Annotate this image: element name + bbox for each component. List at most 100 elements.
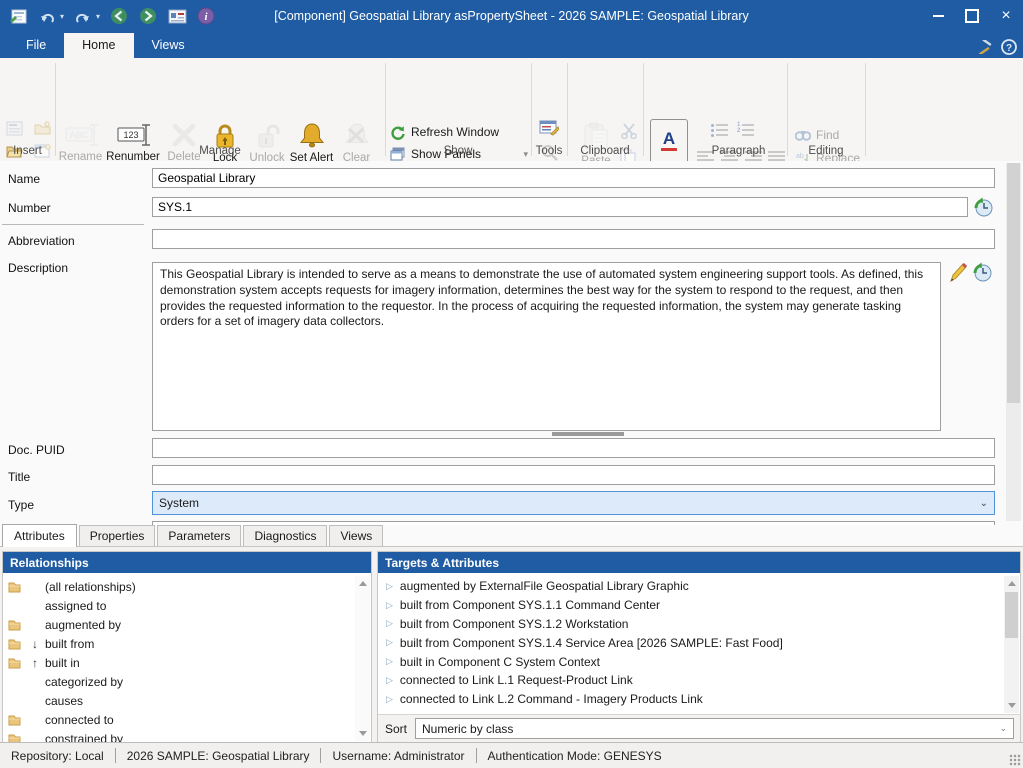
new-folder-icon[interactable] (34, 121, 54, 136)
arrow-up-icon: ↑ (25, 656, 45, 670)
abbreviation-input[interactable] (152, 229, 995, 249)
paragraph-group-label: Paragraph (690, 145, 787, 157)
title-label: Title (8, 470, 30, 484)
list-item[interactable]: ▷built from Component SYS.1.4 Service Ar… (378, 633, 1004, 652)
options-wrench-icon[interactable] (977, 40, 993, 54)
bullet-list-icon[interactable] (711, 124, 728, 137)
status-project: 2026 SAMPLE: Geospatial Library (116, 749, 321, 763)
resize-grip[interactable] (1009, 754, 1021, 766)
list-item[interactable]: connected to (3, 710, 355, 729)
status-repository: Repository: Local (0, 749, 115, 763)
refresh-window-button[interactable]: Refresh Window (390, 121, 528, 143)
titlebar: ▾ ▾ i [Component] Geospatial Library asP… (0, 0, 1023, 32)
list-item[interactable]: constrained by (3, 729, 355, 742)
sort-select-value: Numeric by class (422, 722, 513, 736)
find-button[interactable]: Find (795, 123, 860, 146)
tab-views[interactable]: Views (329, 525, 383, 546)
insert-group-label: Insert (0, 145, 55, 157)
list-item[interactable]: causes (3, 691, 355, 710)
scroll-up-icon[interactable] (1008, 581, 1016, 586)
list-item[interactable]: (all relationships) (3, 577, 355, 596)
cut-icon[interactable] (620, 122, 638, 139)
expander-icon[interactable]: ▷ (386, 600, 393, 611)
svg-text:?: ? (1006, 43, 1012, 54)
close-button[interactable]: × (989, 0, 1023, 32)
list-item[interactable]: ↓built from (3, 634, 355, 653)
property-form: Name Number Abbreviation Description Thi… (0, 161, 1023, 525)
list-item[interactable]: ▷built from Component SYS.1.2 Workstatio… (378, 615, 1004, 634)
sort-select[interactable]: Numeric by class ⌄ (415, 718, 1014, 739)
maximize-button[interactable] (955, 0, 989, 32)
relationships-panel: Relationships (all relationships) assign… (2, 551, 372, 743)
chevron-down-icon: ⌄ (999, 723, 1007, 734)
tab-diagnostics[interactable]: Diagnostics (243, 525, 327, 546)
description-label: Description (8, 261, 68, 275)
form-scrollbar[interactable] (1006, 163, 1021, 521)
expander-icon[interactable]: ▷ (386, 675, 393, 686)
folder-icon (3, 638, 25, 650)
list-item[interactable]: ▷connected to Link L.3 Status Link (378, 709, 1004, 713)
doc-puid-input[interactable] (152, 438, 995, 458)
name-input[interactable] (152, 168, 995, 188)
info-button[interactable]: i (196, 6, 216, 26)
list-item[interactable]: ▷built in Component C System Context (378, 652, 1004, 671)
numbered-list-icon[interactable]: 12 (737, 124, 754, 137)
expander-icon[interactable]: ▷ (386, 694, 393, 705)
list-item[interactable]: assigned to (3, 596, 355, 615)
tab-home[interactable]: Home (64, 33, 133, 58)
relationships-header: Relationships (3, 552, 371, 573)
redo-button[interactable] (73, 6, 93, 26)
tab-views[interactable]: Views (134, 33, 203, 58)
number-input[interactable] (152, 197, 968, 217)
title-input[interactable] (152, 465, 995, 485)
tab-attributes[interactable]: Attributes (2, 524, 77, 547)
list-item[interactable]: ▷connected to Link L.2 Command - Imagery… (378, 690, 1004, 709)
description-edit-icon[interactable] (948, 262, 968, 284)
entity-card-button[interactable] (167, 6, 187, 26)
undo-button[interactable] (37, 6, 57, 26)
list-item[interactable]: augmented by (3, 615, 355, 634)
sort-row: Sort Numeric by class ⌄ (378, 714, 1020, 742)
redo-dropdown-icon[interactable]: ▾ (96, 12, 100, 21)
help-icon[interactable]: ? (1001, 39, 1017, 55)
expander-icon[interactable]: ▷ (386, 712, 393, 713)
description-history-icon[interactable] (972, 262, 992, 282)
targets-scrollbar[interactable] (1004, 576, 1019, 713)
expander-icon[interactable]: ▷ (386, 656, 393, 667)
type-label: Type (8, 498, 34, 512)
relationships-scrollbar[interactable] (355, 576, 370, 741)
type-select[interactable]: System ⌄ (152, 491, 995, 515)
binoculars-icon (795, 128, 811, 141)
list-item[interactable]: categorized by (3, 672, 355, 691)
scroll-down-icon[interactable] (359, 731, 367, 736)
list-item[interactable]: ▷augmented by ExternalFile Geospatial Li… (378, 577, 1004, 596)
folder-icon (3, 733, 25, 743)
back-button[interactable] (109, 6, 129, 26)
splitter-handle[interactable] (552, 432, 624, 436)
tab-properties[interactable]: Properties (79, 525, 156, 546)
folder-icon (3, 581, 25, 593)
list-item[interactable]: ▷built from Component SYS.1.1 Command Ce… (378, 596, 1004, 615)
minimize-button[interactable] (921, 0, 955, 32)
undo-dropdown-icon[interactable]: ▾ (60, 12, 64, 21)
scroll-down-icon[interactable] (1008, 703, 1016, 708)
tab-file[interactable]: File (8, 33, 64, 58)
scroll-up-icon[interactable] (359, 581, 367, 586)
description-textarea[interactable]: This Geospatial Library is intended to s… (152, 262, 941, 431)
refresh-icon (390, 125, 405, 140)
section-divider (2, 224, 144, 225)
chevron-down-icon: ⌄ (980, 498, 988, 509)
show-group-label: Show (385, 145, 531, 157)
new-entity-icon[interactable] (6, 121, 26, 136)
expander-icon[interactable]: ▷ (386, 618, 393, 629)
list-item[interactable]: ▷connected to Link L.1 Request-Product L… (378, 671, 1004, 690)
edit-properties-tool-icon[interactable] (539, 119, 559, 136)
expander-icon[interactable]: ▷ (386, 637, 393, 648)
number-history-icon[interactable] (973, 197, 993, 217)
expander-icon[interactable]: ▷ (386, 581, 393, 592)
forward-button[interactable] (138, 6, 158, 26)
scrollbar-thumb[interactable] (1005, 592, 1018, 638)
tab-parameters[interactable]: Parameters (157, 525, 241, 546)
targets-panel: Targets & Attributes ▷augmented by Exter… (377, 551, 1021, 743)
list-item[interactable]: ↑built in (3, 653, 355, 672)
